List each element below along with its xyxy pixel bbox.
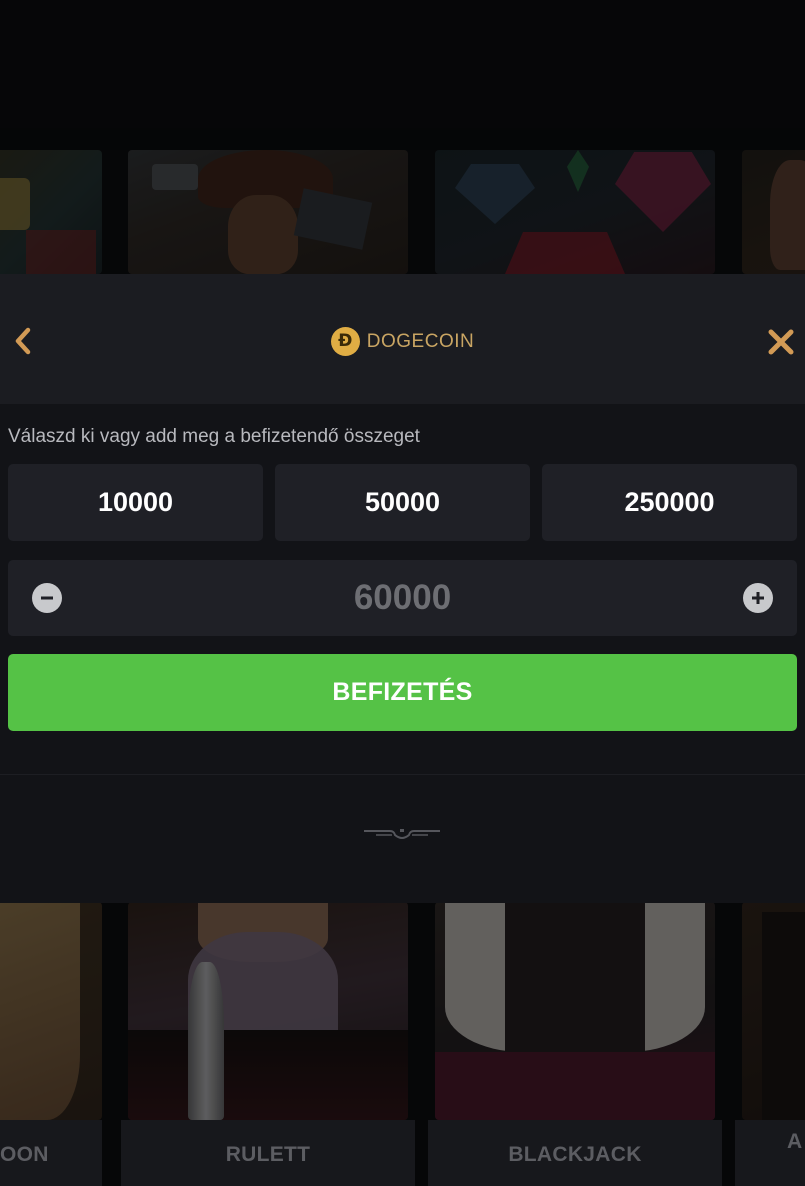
- deposit-modal-header: Ð DOGECOIN: [0, 274, 805, 404]
- close-icon: [768, 329, 794, 355]
- ornament-divider-icon: [364, 829, 440, 839]
- section-divider: [0, 774, 805, 903]
- dogecoin-icon: Ð: [330, 327, 360, 356]
- decrease-amount-button[interactable]: [32, 583, 62, 613]
- increase-amount-button[interactable]: [743, 583, 773, 613]
- currency-title: Ð DOGECOIN: [0, 327, 805, 356]
- currency-symbol: Ð: [338, 331, 353, 351]
- deposit-modal-body: Válaszd ki vagy add meg a befizetendő ös…: [0, 404, 805, 774]
- preset-amount-button-2[interactable]: 50000: [275, 464, 530, 541]
- amount-input[interactable]: 60000: [8, 560, 797, 636]
- amount-stepper: 60000: [8, 560, 797, 636]
- plus-icon: [752, 592, 764, 604]
- game-label-4: A: [787, 1130, 803, 1153]
- preset-amount-button-1[interactable]: 10000: [8, 464, 263, 541]
- page: OON RULETT BLACKJACK A Ð DOGECOIN Válasz…: [0, 0, 805, 1186]
- deposit-button[interactable]: BEFIZETÉS: [8, 654, 797, 731]
- game-label-blackjack: BLACKJACK: [508, 1143, 642, 1166]
- minus-icon: [41, 596, 53, 600]
- game-label-roulette: RULETT: [225, 1143, 311, 1166]
- amount-instruction: Válaszd ki vagy add meg a befizetendő ös…: [8, 426, 420, 447]
- preset-amount-button-3[interactable]: 250000: [542, 464, 797, 541]
- close-button[interactable]: [765, 326, 797, 358]
- currency-name: DOGECOIN: [366, 330, 475, 352]
- game-label-1: OON: [0, 1143, 49, 1166]
